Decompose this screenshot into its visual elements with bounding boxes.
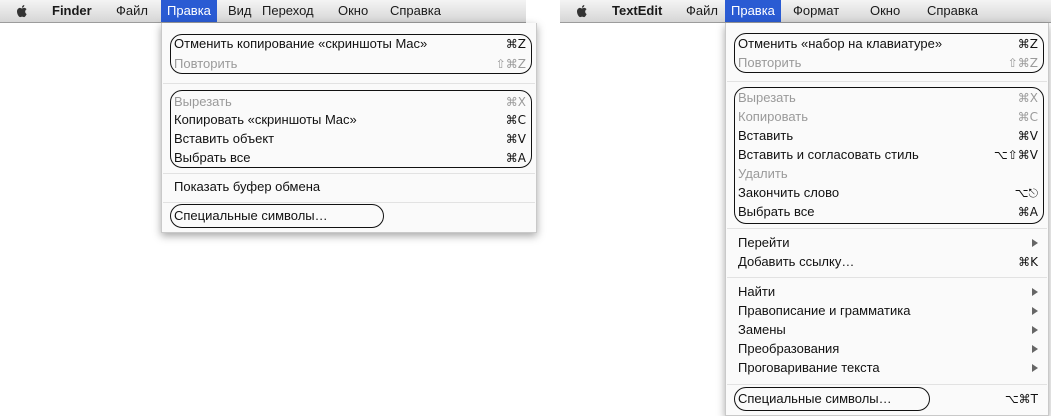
edit-menu: Отменить «набор на клавиатуре» ⌘Z Повтор… — [725, 23, 1049, 416]
submenu-arrow-icon — [1032, 239, 1038, 247]
menubar-help[interactable]: Справка — [921, 0, 984, 22]
menu-separator — [163, 173, 535, 174]
menubar-edit[interactable]: Правка — [725, 0, 781, 22]
highlight-outline — [170, 204, 384, 228]
textedit-screenshot: TextEdit Файл Правка Формат Окно Справка… — [560, 0, 1051, 416]
finder-screenshot: Finder Файл Правка Вид Переход Окно Спра… — [0, 0, 537, 416]
menu-item-add-link[interactable]: Добавить ссылку… ⌘K — [726, 253, 1048, 271]
apple-icon[interactable] — [574, 3, 590, 19]
menu-item-go-to[interactable]: Перейти — [726, 234, 1048, 252]
menubar-window[interactable]: Окно — [864, 0, 906, 22]
menu-bar: Finder Файл Правка Вид Переход Окно Спра… — [0, 0, 526, 23]
menu-item-spelling-grammar[interactable]: Правописание и грамматика — [726, 302, 1048, 320]
menu-separator — [163, 83, 535, 84]
menubar-file[interactable]: Файл — [680, 0, 724, 22]
submenu-arrow-icon — [1032, 326, 1038, 334]
highlight-outline — [170, 34, 532, 74]
highlight-outline — [734, 87, 1044, 224]
menubar-view[interactable]: Вид — [222, 0, 258, 22]
edit-menu: Отменить копирование «скриншоты Mac» ⌘Z … — [161, 23, 537, 233]
submenu-arrow-icon — [1032, 288, 1038, 296]
menu-item-show-clipboard[interactable]: Показать буфер обмена — [162, 178, 536, 196]
menubar-format[interactable]: Формат — [787, 0, 845, 22]
menubar-finder[interactable]: Finder — [46, 0, 98, 22]
menu-separator — [163, 202, 535, 203]
menu-separator — [727, 81, 1047, 82]
highlight-outline — [734, 33, 1044, 73]
submenu-arrow-icon — [1032, 345, 1038, 353]
menu-item-speech[interactable]: Проговаривание текста — [726, 359, 1048, 377]
menubar-file[interactable]: Файл — [110, 0, 154, 22]
apple-icon[interactable] — [14, 3, 30, 19]
menubar-textedit[interactable]: TextEdit — [606, 0, 668, 22]
menu-item-find[interactable]: Найти — [726, 283, 1048, 301]
menubar-help[interactable]: Справка — [384, 0, 447, 22]
menu-item-transformations[interactable]: Преобразования — [726, 340, 1048, 358]
menu-separator — [727, 228, 1047, 229]
menu-separator — [727, 277, 1047, 278]
menubar-go[interactable]: Переход — [256, 0, 320, 22]
highlight-outline — [170, 90, 532, 168]
menu-separator — [727, 384, 1047, 385]
menu-bar: TextEdit Файл Правка Формат Окно Справка — [560, 0, 1051, 23]
highlight-outline — [734, 387, 930, 411]
menu-item-substitutions[interactable]: Замены — [726, 321, 1048, 339]
menubar-edit[interactable]: Правка — [161, 0, 217, 22]
submenu-arrow-icon — [1032, 307, 1038, 315]
submenu-arrow-icon — [1032, 364, 1038, 372]
menubar-window[interactable]: Окно — [332, 0, 374, 22]
